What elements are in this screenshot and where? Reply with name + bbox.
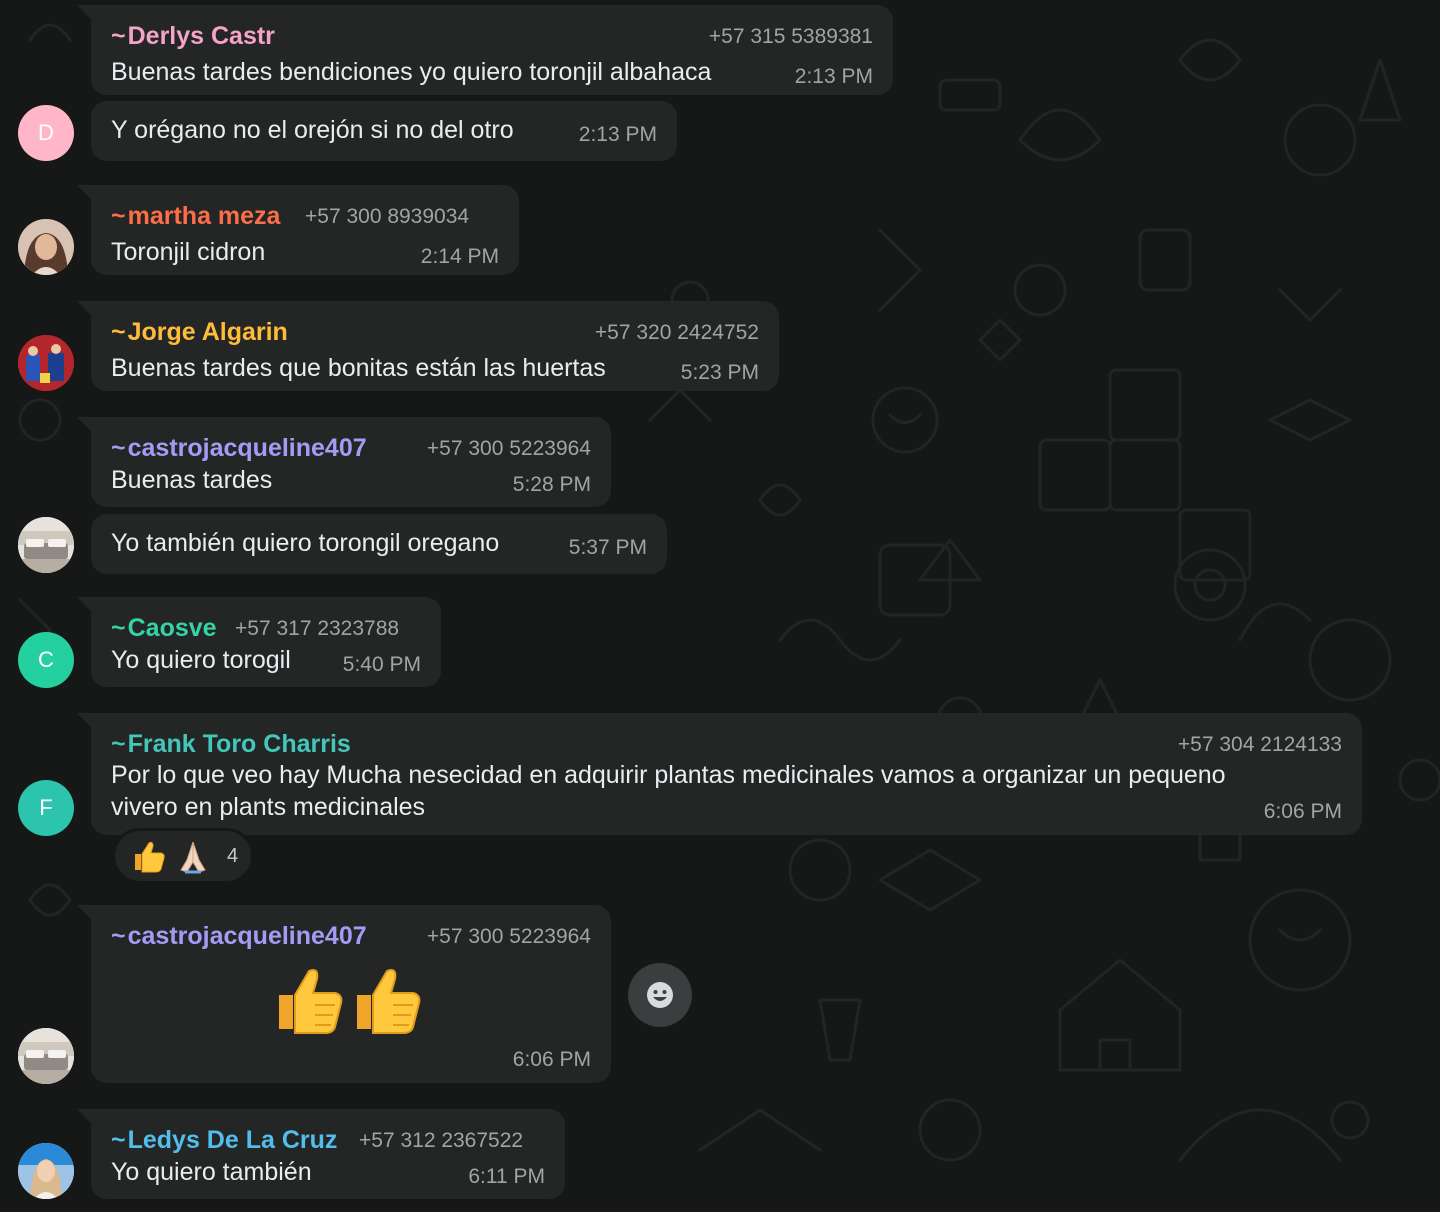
folded-hands-icon bbox=[180, 841, 206, 874]
sender-name-text: Ledys De La Cruz bbox=[127, 1126, 338, 1154]
smiley-icon bbox=[647, 982, 673, 1008]
message-time: 5:23 PM bbox=[680, 361, 759, 384]
message-time: 2:13 PM bbox=[578, 123, 657, 146]
sender-name-text: Frank Toro Charris bbox=[127, 730, 351, 758]
sender-name[interactable]: ~Ledys De La Cruz bbox=[111, 1124, 337, 1156]
sender-name[interactable]: ~Derlys Castr bbox=[111, 20, 275, 52]
thumbs-up-icon bbox=[135, 841, 165, 873]
sender-name[interactable]: ~Frank Toro Charris bbox=[111, 728, 351, 760]
avatar-letter: C bbox=[38, 647, 54, 672]
sender-name-text: castrojacqueline407 bbox=[127, 434, 367, 462]
message-text: Y orégano no el orejón si no del otro bbox=[111, 116, 514, 144]
sender-tilde: ~ bbox=[111, 202, 126, 230]
message-text-line-1: Por lo que veo hay Mucha nesecidad en ad… bbox=[111, 761, 1226, 789]
thumbs-up-icon bbox=[357, 969, 421, 1034]
message-text-line-2: vivero en plants medicinales bbox=[111, 793, 426, 821]
avatar-photo bbox=[18, 1028, 74, 1084]
sender-name-text: martha meza bbox=[127, 202, 281, 230]
sender-name-text: Jorge Algarin bbox=[127, 318, 288, 346]
sender-phone: +57 320 2424752 bbox=[594, 321, 759, 344]
message-bubble[interactable]: ~Jorge Algarin +57 320 2424752 Buenas ta… bbox=[77, 301, 779, 391]
sender-name-text: Caosve bbox=[127, 614, 217, 642]
message-time: 6:06 PM bbox=[1263, 800, 1342, 823]
sender-name[interactable]: ~Caosve bbox=[111, 612, 217, 644]
sender-tilde: ~ bbox=[111, 614, 126, 642]
reaction-count: 4 bbox=[227, 844, 239, 867]
sender-name[interactable]: ~martha meza bbox=[111, 200, 280, 232]
message-time: 6:11 PM bbox=[468, 1165, 545, 1188]
message-time: 2:13 PM bbox=[794, 65, 873, 88]
sender-tilde: ~ bbox=[111, 730, 126, 758]
sender-name[interactable]: ~castrojacqueline407 bbox=[111, 920, 367, 952]
message-text: Buenas tardes bendiciones yo quiero toro… bbox=[111, 58, 712, 86]
message-time: 5:40 PM bbox=[342, 653, 421, 676]
react-emoji-button[interactable] bbox=[628, 963, 692, 1027]
message-bubble[interactable]: ~Derlys Castr +57 315 5389381 Buenas tar… bbox=[77, 5, 893, 95]
avatar-photo bbox=[18, 335, 74, 391]
message-text: Buenas tardes bbox=[111, 466, 273, 494]
message-time: 5:37 PM bbox=[568, 536, 647, 559]
message-bubble[interactable]: ~Frank Toro Charris +57 304 2124133 Por … bbox=[77, 713, 1362, 835]
avatar[interactable] bbox=[18, 219, 74, 275]
sender-name-text: Derlys Castr bbox=[127, 22, 275, 50]
sender-phone: +57 300 8939034 bbox=[305, 205, 470, 228]
avatar[interactable] bbox=[18, 517, 74, 573]
sender-name[interactable]: ~Jorge Algarin bbox=[111, 316, 288, 348]
sender-phone: +57 317 2323788 bbox=[235, 617, 400, 640]
avatar[interactable]: C bbox=[18, 632, 74, 688]
message-bubble[interactable]: Y orégano no el orejón si no del otro 2:… bbox=[91, 101, 677, 161]
message-time: 6:06 PM bbox=[512, 1048, 591, 1071]
emoji-message bbox=[273, 961, 423, 1037]
sender-name-text: castrojacqueline407 bbox=[127, 922, 367, 950]
message-time: 5:28 PM bbox=[512, 473, 591, 496]
message-text: Toronjil cidron bbox=[111, 238, 266, 266]
avatar[interactable] bbox=[18, 335, 74, 391]
sender-phone: +57 300 5223964 bbox=[426, 925, 591, 948]
sender-phone: +57 315 5389381 bbox=[708, 25, 873, 48]
avatar-photo bbox=[18, 219, 74, 275]
avatar-photo bbox=[18, 1143, 74, 1199]
sender-phone: +57 304 2124133 bbox=[1177, 733, 1342, 756]
sender-phone: +57 312 2367522 bbox=[359, 1129, 524, 1152]
sender-tilde: ~ bbox=[111, 922, 126, 950]
message-bubble[interactable]: ~Caosve +57 317 2323788 Yo quiero torogi… bbox=[77, 597, 441, 687]
reactions-pill[interactable]: 4 bbox=[112, 828, 254, 884]
message-text: Yo quiero también bbox=[111, 1158, 312, 1186]
message-text: Yo también quiero torongil oregano bbox=[111, 529, 500, 557]
message-time: 2:14 PM bbox=[420, 245, 499, 268]
sender-tilde: ~ bbox=[111, 22, 126, 50]
message-bubble[interactable]: ~martha meza +57 300 8939034 Toronjil ci… bbox=[77, 185, 519, 275]
avatar-letter: F bbox=[39, 795, 53, 820]
avatar[interactable] bbox=[18, 1028, 74, 1084]
avatar[interactable]: D bbox=[18, 105, 74, 161]
sender-phone: +57 300 5223964 bbox=[426, 437, 591, 460]
sender-tilde: ~ bbox=[111, 1126, 126, 1154]
avatar[interactable] bbox=[18, 1143, 74, 1199]
sender-tilde: ~ bbox=[111, 318, 126, 346]
message-bubble[interactable]: Yo también quiero torongil oregano 5:37 … bbox=[91, 514, 667, 574]
avatar-letter: D bbox=[38, 120, 54, 145]
message-bubble[interactable]: ~castrojacqueline407 +57 300 5223964 6:0… bbox=[77, 905, 611, 1083]
sender-name[interactable]: ~castrojacqueline407 bbox=[111, 432, 367, 464]
avatar-photo bbox=[18, 517, 74, 573]
avatar[interactable]: F bbox=[18, 780, 74, 836]
thumbs-up-icon bbox=[279, 969, 343, 1034]
message-text: Buenas tardes que bonitas están las huer… bbox=[111, 354, 606, 382]
message-text: Yo quiero torogil bbox=[111, 646, 291, 674]
message-bubble[interactable]: ~Ledys De La Cruz +57 312 2367522 Yo qui… bbox=[77, 1109, 565, 1199]
sender-tilde: ~ bbox=[111, 434, 126, 462]
message-bubble[interactable]: ~castrojacqueline407 +57 300 5223964 Bue… bbox=[77, 417, 611, 507]
